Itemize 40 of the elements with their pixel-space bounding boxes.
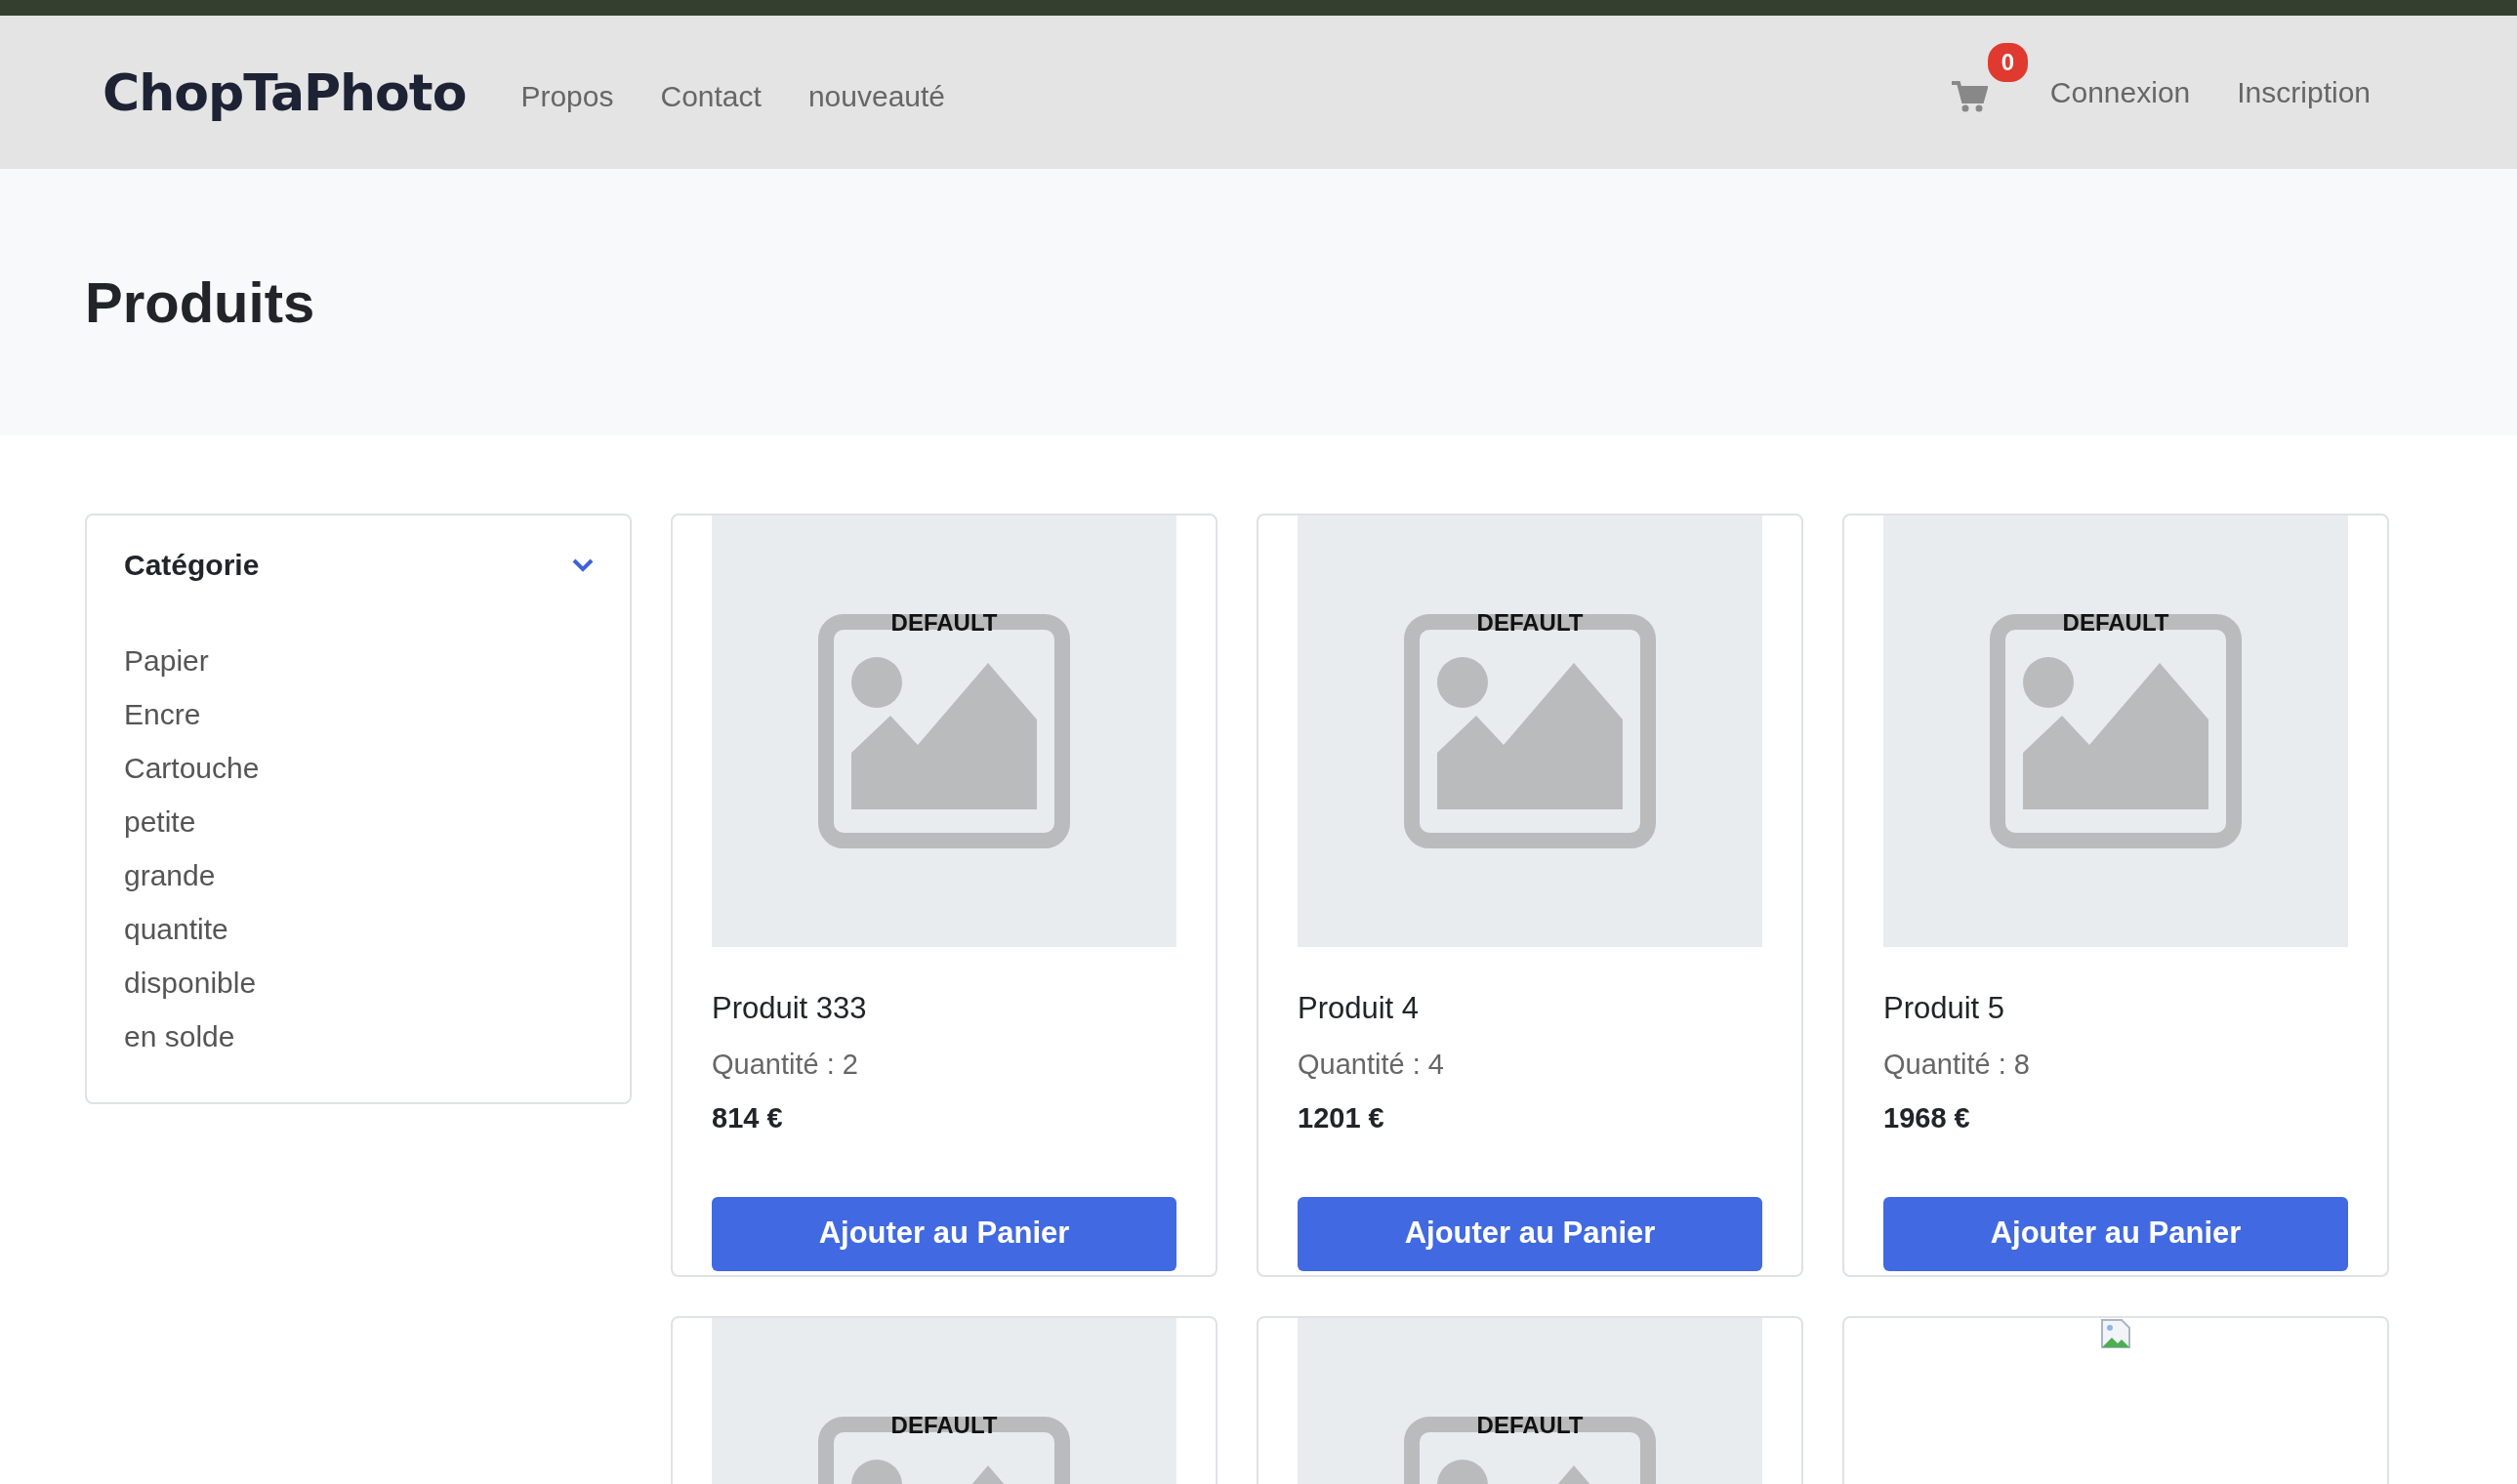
image-label: DEFAULT — [889, 608, 999, 638]
chevron-icon[interactable] — [571, 557, 595, 572]
image-label: DEFAULT — [2061, 608, 2170, 638]
broken-image-icon — [2100, 1318, 2131, 1349]
product-name: Produit 4 — [1298, 990, 1421, 1027]
image-label: DEFAULT — [889, 1411, 999, 1440]
nav-link[interactable]: Propos — [520, 74, 614, 118]
category-item[interactable]: Encre — [124, 687, 595, 741]
page-title: Produits — [85, 268, 315, 336]
category-item[interactable]: disponible — [124, 956, 595, 1010]
image-placeholder-icon — [1990, 614, 2242, 848]
product-price: 1201 € — [1298, 1101, 1385, 1135]
auth-link[interactable]: Inscription — [2237, 70, 2371, 114]
add-to-cart-button[interactable]: Ajouter au Panier — [1298, 1196, 1762, 1271]
category-item[interactable]: grande — [124, 848, 595, 902]
image-placeholder-icon — [818, 614, 1070, 848]
nav-link[interactable]: Contact — [660, 74, 762, 118]
category-item[interactable]: Cartouche — [124, 741, 595, 795]
cart-count-badge: 0 — [1987, 42, 2029, 82]
category-item[interactable]: Papier — [124, 634, 595, 687]
auth-link[interactable]: Connexion — [2049, 70, 2191, 114]
cart-icon[interactable] — [1950, 79, 1988, 113]
add-to-cart-button[interactable]: Ajouter au Panier — [1883, 1196, 2348, 1271]
product-name: Produit 333 — [712, 990, 868, 1027]
category-item[interactable]: en solde — [124, 1010, 595, 1063]
product-quantity: Quantité : 8 — [1883, 1047, 2031, 1082]
category-title[interactable]: Catégorie — [124, 543, 260, 587]
image-label: DEFAULT — [1475, 608, 1585, 638]
product-quantity: Quantité : 4 — [1298, 1047, 1445, 1082]
brand-logo[interactable]: ChopTaPhoto — [103, 54, 467, 131]
product-quantity: Quantité : 2 — [712, 1047, 859, 1082]
nav-link[interactable]: nouveauté — [807, 74, 946, 118]
product-price: 814 € — [712, 1101, 784, 1135]
image-placeholder-icon — [1404, 614, 1656, 848]
add-to-cart-button[interactable]: Ajouter au Panier — [712, 1196, 1176, 1271]
image-label: DEFAULT — [1475, 1411, 1585, 1440]
product-name: Produit 5 — [1883, 990, 2006, 1027]
category-item[interactable]: petite — [124, 795, 595, 848]
category-item[interactable]: quantite — [124, 902, 595, 956]
product-price: 1968 € — [1883, 1101, 1971, 1135]
